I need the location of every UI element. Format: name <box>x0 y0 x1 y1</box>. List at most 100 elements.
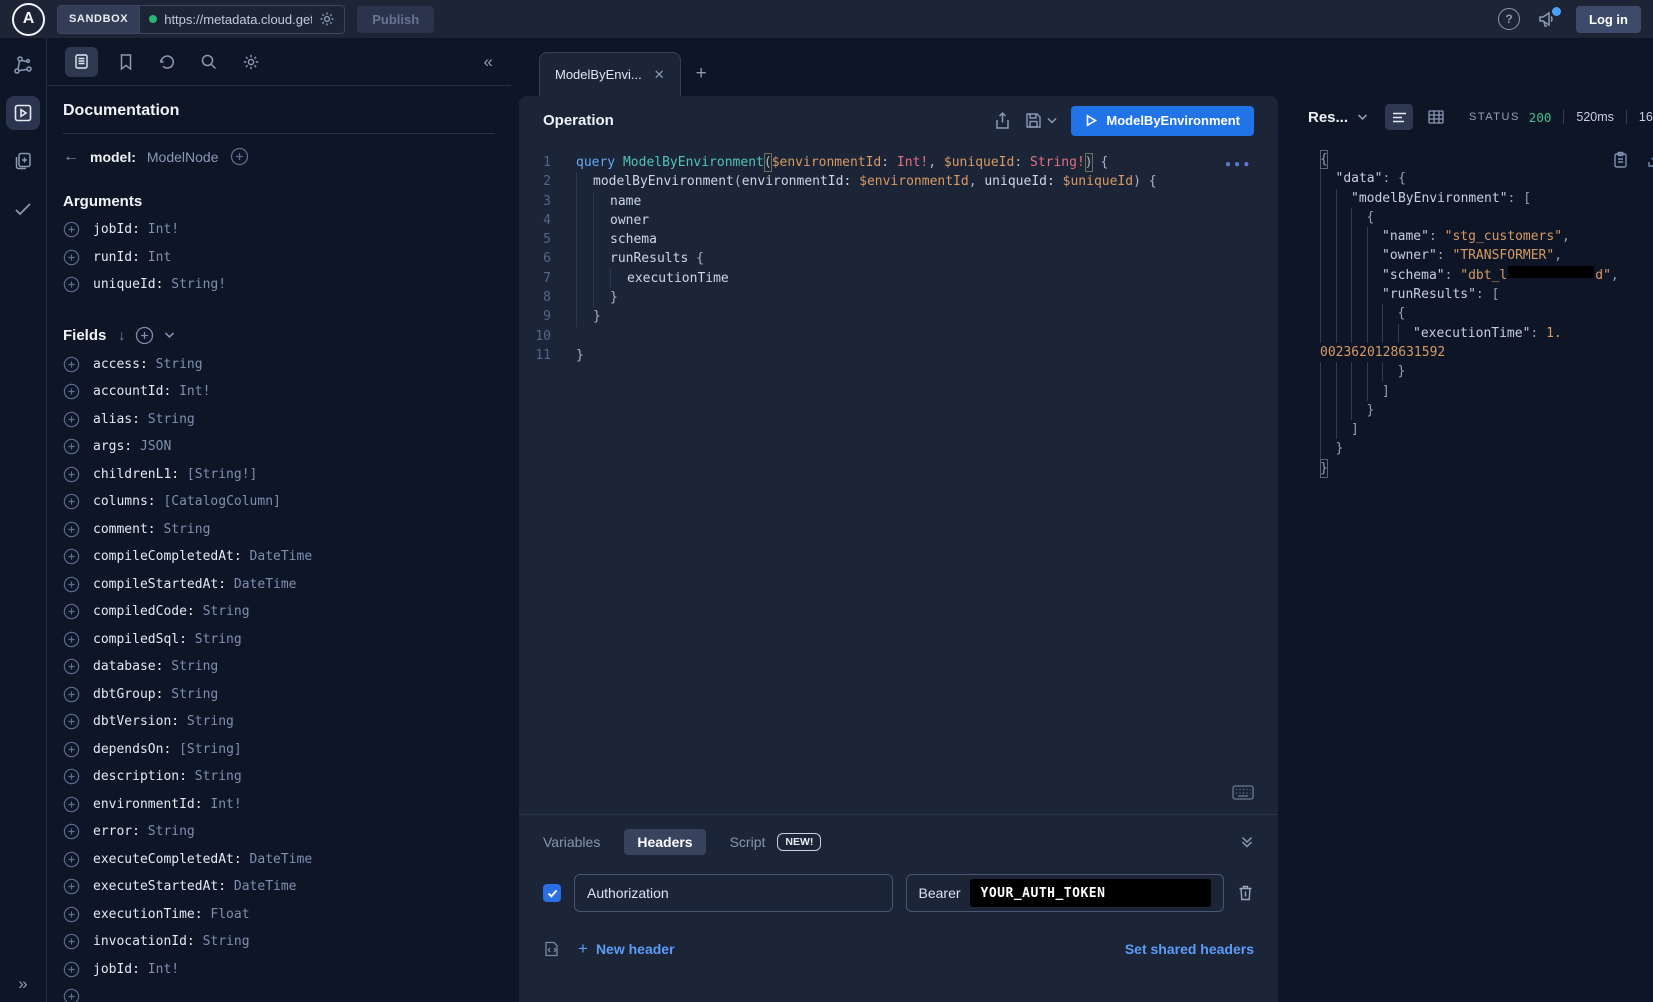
saved-collections-bookmark-icon[interactable] <box>118 53 134 71</box>
add-field-icon[interactable] <box>63 988 80 1002</box>
add-field-icon[interactable] <box>63 356 80 373</box>
add-field-icon[interactable] <box>63 576 80 593</box>
header-value-input[interactable]: Bearer YOUR_AUTH_TOKEN <box>906 874 1225 912</box>
new-header-button[interactable]: + New header <box>578 939 675 959</box>
tab-variables[interactable]: Variables <box>543 834 600 850</box>
field-row[interactable]: executeStartedAt: DateTime <box>63 873 495 901</box>
documentation-tab-icon[interactable] <box>65 47 98 77</box>
publish-button[interactable]: Publish <box>357 6 434 33</box>
auth-token-chip[interactable]: YOUR_AUTH_TOKEN <box>970 879 1211 907</box>
field-row[interactable]: access: String <box>63 351 495 379</box>
add-model-icon[interactable] <box>230 147 249 166</box>
back-arrow-icon[interactable]: ← <box>63 148 79 166</box>
delete-header-icon[interactable] <box>1237 884 1254 902</box>
add-field-icon[interactable] <box>63 878 80 895</box>
add-field-icon[interactable] <box>63 411 80 428</box>
endpoint-url[interactable]: https://metadata.cloud.get <box>164 12 312 27</box>
share-operation-icon[interactable] <box>994 112 1011 130</box>
environment-variables-icon[interactable] <box>543 940 561 958</box>
add-field-icon[interactable] <box>63 466 80 483</box>
argument-row[interactable]: jobId: Int! <box>63 216 495 244</box>
add-field-icon[interactable] <box>63 796 80 813</box>
field-row[interactable]: comment: String <box>63 516 495 544</box>
announcements-megaphone-icon[interactable] <box>1538 10 1558 28</box>
field-row[interactable]: database: String <box>63 653 495 681</box>
search-icon[interactable] <box>200 53 218 71</box>
settings-gear-icon[interactable] <box>242 53 260 71</box>
new-tab-icon[interactable]: + <box>696 63 707 85</box>
argument-row[interactable]: runId: Int <box>63 244 495 272</box>
fields-options-chevron-icon[interactable] <box>164 331 175 339</box>
keyboard-shortcuts-icon[interactable] <box>1232 785 1254 800</box>
model-type[interactable]: ModelNode <box>147 149 219 165</box>
add-field-icon[interactable] <box>63 658 80 675</box>
field-row[interactable]: dbtVersion: String <box>63 708 495 736</box>
table-view-icon[interactable] <box>1422 104 1450 130</box>
field-row[interactable]: columns: [CatalogColumn] <box>63 488 495 516</box>
response-title[interactable]: Res... <box>1308 109 1348 126</box>
collapse-docs-icon[interactable]: « <box>484 52 493 72</box>
add-field-icon[interactable] <box>63 961 80 978</box>
field-row[interactable]: executionTime: Float <box>63 901 495 929</box>
add-field-icon[interactable] <box>63 768 80 785</box>
download-response-icon[interactable] <box>1647 151 1653 169</box>
query-editor[interactable]: ••• 1query ModelByEnvironment($environme… <box>519 145 1278 814</box>
schema-graph-icon[interactable] <box>12 54 34 76</box>
endpoint-settings-gear-icon[interactable] <box>319 11 335 27</box>
add-field-icon[interactable] <box>63 276 80 293</box>
history-icon[interactable] <box>158 53 176 71</box>
set-shared-headers-button[interactable]: Set shared headers <box>1125 941 1254 957</box>
field-row[interactable]: compiledSql: String <box>63 626 495 654</box>
add-field-icon[interactable] <box>63 741 80 758</box>
field-row[interactable]: jobId: Int! <box>63 956 495 984</box>
operation-collections-icon[interactable] <box>12 150 34 172</box>
copy-response-icon[interactable] <box>1613 151 1628 169</box>
add-field-icon[interactable] <box>63 933 80 950</box>
field-row[interactable]: description: String <box>63 763 495 791</box>
field-row[interactable]: dependsOn: [String] <box>63 736 495 764</box>
add-field-icon[interactable] <box>63 249 80 266</box>
add-field-icon[interactable] <box>63 548 80 565</box>
field-row[interactable]: compileStartedAt: DateTime <box>63 571 495 599</box>
header-enabled-checkbox[interactable] <box>543 884 561 902</box>
tab-headers[interactable]: Headers <box>624 829 705 855</box>
endpoint-url-box[interactable]: https://metadata.cloud.get <box>139 6 344 33</box>
save-operation-icon[interactable] <box>1025 112 1057 129</box>
add-field-icon[interactable] <box>63 438 80 455</box>
field-row[interactable]: args: JSON <box>63 433 495 461</box>
field-row[interactable]: invocationId: String <box>63 928 495 956</box>
field-row[interactable]: accountId: Int! <box>63 378 495 406</box>
add-field-icon[interactable] <box>63 603 80 620</box>
field-row[interactable]: compileCompletedAt: DateTime <box>63 543 495 571</box>
field-row[interactable]: dbtGroup: String <box>63 681 495 709</box>
login-button[interactable]: Log in <box>1576 6 1641 33</box>
raw-view-icon[interactable] <box>1385 104 1413 130</box>
operation-more-icon[interactable]: ••• <box>1224 156 1252 175</box>
add-field-icon[interactable] <box>63 521 80 538</box>
add-field-icon[interactable] <box>63 493 80 510</box>
run-operation-button[interactable]: ModelByEnvironment <box>1071 106 1254 136</box>
help-icon[interactable]: ? <box>1498 8 1520 30</box>
tab-script[interactable]: Script <box>730 834 766 850</box>
add-all-fields-icon[interactable] <box>135 326 154 345</box>
field-row[interactable]: alias: String <box>63 406 495 434</box>
add-field-icon[interactable] <box>63 686 80 703</box>
field-row[interactable]: compiledCode: String <box>63 598 495 626</box>
apollo-logo[interactable]: A <box>12 3 45 36</box>
add-field-icon[interactable] <box>63 383 80 400</box>
field-row[interactable]: executeCompletedAt: DateTime <box>63 846 495 874</box>
field-row[interactable]: environmentId: Int! <box>63 791 495 819</box>
checks-icon[interactable] <box>12 198 34 220</box>
add-field-icon[interactable] <box>63 851 80 868</box>
sort-fields-icon[interactable]: ↓ <box>118 327 125 343</box>
field-row[interactable]: error: String <box>63 818 495 846</box>
close-tab-icon[interactable]: ✕ <box>654 67 665 83</box>
expand-rail-icon[interactable]: » <box>18 974 27 994</box>
add-field-icon[interactable] <box>63 221 80 238</box>
add-field-icon[interactable] <box>63 906 80 923</box>
response-dropdown-chevron-icon[interactable] <box>1357 113 1368 121</box>
add-field-icon[interactable] <box>63 823 80 840</box>
argument-row[interactable]: uniqueId: String! <box>63 271 495 299</box>
add-field-icon[interactable] <box>63 713 80 730</box>
field-row[interactable]: childrenL1: [String!] <box>63 461 495 489</box>
